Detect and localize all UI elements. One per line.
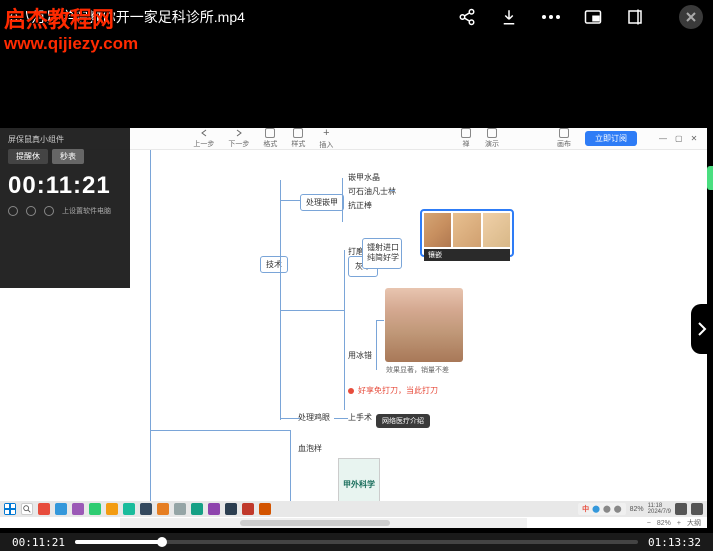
video-total-time: 01:13:32 — [648, 536, 701, 549]
watermark-line1: 启杰教程网 — [4, 2, 138, 34]
timer-reset-icon[interactable] — [26, 206, 36, 216]
toolbar-present[interactable]: 演示 — [485, 128, 499, 149]
share-icon[interactable] — [457, 7, 477, 27]
topbar-actions — [457, 5, 703, 29]
taskbar-app-13[interactable] — [242, 503, 254, 515]
node-5[interactable]: 血泡样 — [298, 443, 322, 454]
next-chevron[interactable] — [691, 304, 713, 354]
timer-tab-stopwatch[interactable]: 秒表 — [52, 149, 84, 164]
toolbar-outline[interactable]: 画布 — [557, 128, 571, 149]
timer-widget: 屏保鼠真小组件 提醒休 秒表 00:11:21 上设置软件电脑 — [0, 128, 130, 288]
video-current-time: 00:11:21 — [12, 536, 65, 549]
toolbar-insert[interactable]: + 插入 — [319, 128, 333, 150]
taskbar-app-5[interactable] — [106, 503, 118, 515]
toolbar-style[interactable]: 样式 — [291, 128, 305, 149]
timer-tabs: 提醒休 秒表 — [8, 149, 122, 164]
toolbar-format[interactable]: 格式 — [263, 128, 277, 149]
image-label: 镶嵌 — [424, 249, 510, 261]
node-4a[interactable]: 上手术 — [348, 412, 372, 423]
watermark: 启杰教程网 www.qijiezy.com — [4, 2, 138, 54]
notification-icon[interactable] — [675, 503, 687, 515]
timer-tab-remind[interactable]: 提醒休 — [8, 149, 48, 164]
ime-indicator[interactable]: 中 ⬤ ⬤ ⬤ — [578, 503, 626, 515]
more-icon[interactable] — [541, 7, 561, 27]
taskbar-app-7[interactable] — [140, 503, 152, 515]
toolbar-zen[interactable]: 禅 — [461, 128, 471, 149]
maximize-icon[interactable]: ▢ — [675, 134, 683, 143]
taskbar-app-3[interactable] — [72, 503, 84, 515]
taskbar-app-11[interactable] — [208, 503, 220, 515]
node-1[interactable]: 处理嵌甲 — [300, 194, 344, 211]
video-content: xmind 上一步 下一步 格式 样式 + 插入 — [0, 34, 713, 533]
toolbar-redo[interactable]: 下一步 — [228, 128, 249, 149]
mindmap-app-window: xmind 上一步 下一步 格式 样式 + 插入 — [0, 128, 707, 528]
zoom-in-icon[interactable]: + — [677, 520, 681, 527]
taskbar-app-9[interactable] — [174, 503, 186, 515]
start-button[interactable] — [4, 503, 16, 515]
progress-handle[interactable] — [157, 537, 167, 547]
node-1c[interactable]: 抗正棒 — [348, 200, 372, 211]
app-status-bar: − 82% + 大纲 — [647, 518, 701, 528]
subscribe-button[interactable]: 立即订阅 — [585, 131, 637, 146]
view-mode[interactable]: 大纲 — [687, 518, 701, 528]
zoom-level: 82% — [657, 520, 671, 527]
taskbar-app-8[interactable] — [157, 503, 169, 515]
watermark-line2: www.qijiezy.com — [4, 34, 138, 54]
taskbar-tray: 中 ⬤ ⬤ ⬤ 82% 11:18 2024/7/9 — [578, 503, 703, 515]
node-3-note: 效果显著，销量不差 — [386, 365, 449, 375]
minimize-icon[interactable]: — — [659, 134, 667, 143]
node-4-tag[interactable]: 网络医疗介绍 — [376, 414, 430, 428]
video-controls: 00:11:21 01:13:32 — [0, 533, 713, 551]
nail-image-group[interactable]: 镶嵌 — [420, 209, 514, 257]
warning-text: 好享免打刀，当此打刀 — [358, 385, 438, 396]
green-edge-indicator — [707, 166, 713, 190]
node-root[interactable]: 技术 — [260, 256, 288, 273]
close-button[interactable] — [679, 5, 703, 29]
taskbar-app-12[interactable] — [225, 503, 237, 515]
taskbar-app-2[interactable] — [55, 503, 67, 515]
video-progress-bar[interactable] — [75, 540, 638, 544]
taskbar-zoom: 82% — [630, 506, 644, 513]
progress-fill — [75, 540, 162, 544]
toolbar-undo[interactable]: 上一步 — [193, 128, 214, 149]
taskbar-app-6[interactable] — [123, 503, 135, 515]
timer-controls: 上设置软件电脑 — [8, 206, 122, 216]
timer-display: 00:11:21 — [8, 172, 122, 200]
app-horizontal-scrollbar[interactable] — [120, 518, 527, 528]
taskbar-app-10[interactable] — [191, 503, 203, 515]
zoom-out-icon[interactable]: − — [647, 520, 651, 527]
pip-icon[interactable] — [583, 7, 603, 27]
taskbar-app-1[interactable] — [38, 503, 50, 515]
mindmap-canvas[interactable]: 技术 处理嵌甲 嵌甲水晶 可石油凡士林 抗正棒 打磨 灰甲 镭射进口 纯简好学 — [130, 150, 707, 512]
download-icon[interactable] — [499, 7, 519, 27]
timer-header: 屏保鼠真小组件 — [8, 134, 122, 145]
warning-icon — [348, 388, 354, 394]
taskbar-clock[interactable]: 11:18 2024/7/9 — [648, 503, 671, 515]
fullscreen-icon[interactable] — [625, 7, 645, 27]
node-2-detail[interactable]: 镭射进口 纯简好学 — [362, 238, 402, 269]
timer-play-icon[interactable] — [8, 206, 18, 216]
taskbar-app-4[interactable] — [89, 503, 101, 515]
search-icon[interactable] — [21, 503, 33, 515]
node-1a[interactable]: 嵌甲水晶 — [348, 172, 380, 183]
windows-taskbar: 中 ⬤ ⬤ ⬤ 82% 11:18 2024/7/9 — [0, 501, 707, 517]
node-1b[interactable]: 可石油凡士林 — [348, 186, 396, 197]
timer-lap-icon[interactable] — [44, 206, 54, 216]
action-center-icon[interactable] — [691, 503, 703, 515]
foot-image[interactable] — [385, 288, 463, 362]
close-icon[interactable]: ✕ — [691, 134, 698, 143]
scrollbar-thumb[interactable] — [240, 520, 390, 526]
timer-note: 上设置软件电脑 — [62, 206, 111, 216]
node-4[interactable]: 处理鸡眼 — [298, 412, 330, 423]
taskbar-app-14[interactable] — [259, 503, 271, 515]
node-3[interactable]: 用冰错 — [348, 350, 372, 361]
